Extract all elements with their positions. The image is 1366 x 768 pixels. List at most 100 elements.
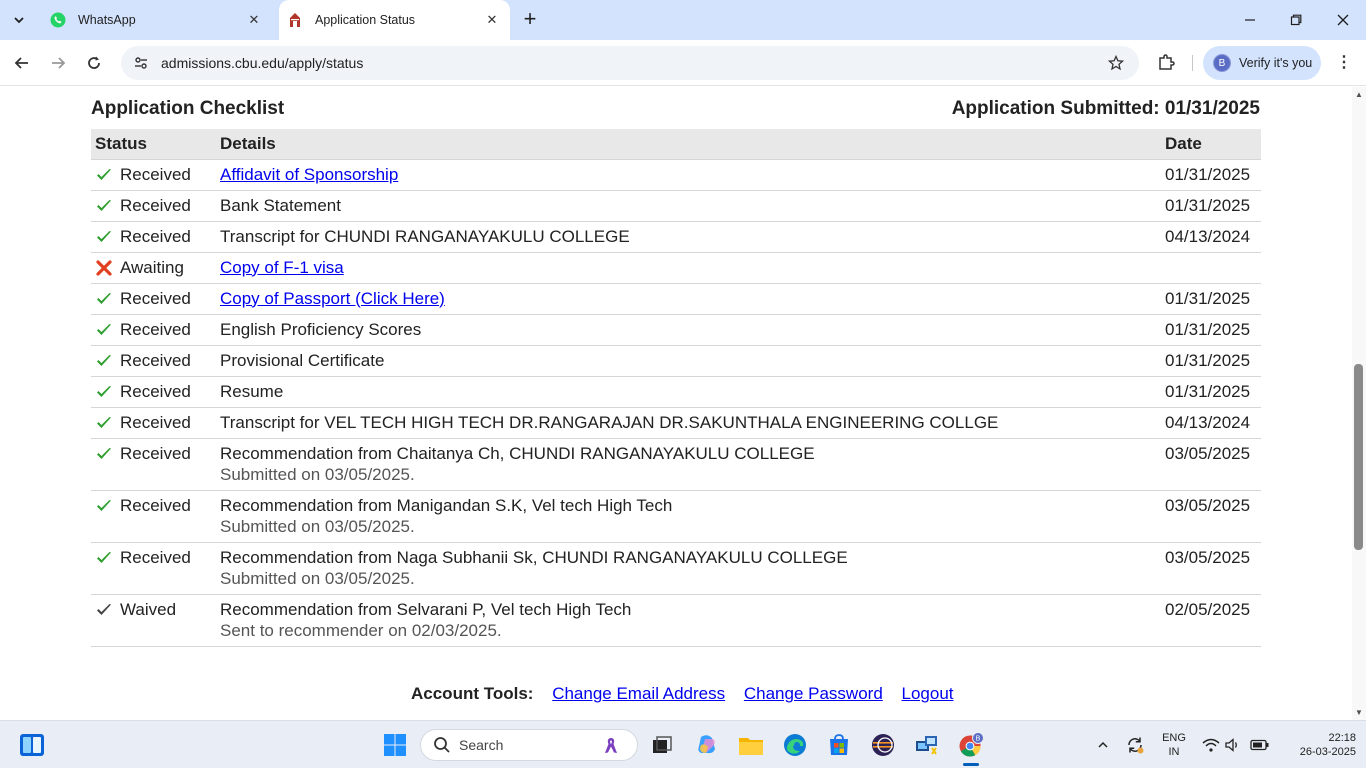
status-text: Waived — [120, 599, 177, 619]
eclipse-ide-icon[interactable] — [867, 729, 899, 761]
cbu-favicon-icon — [287, 12, 303, 28]
clock[interactable]: 22:18 26-03-2025 — [1290, 731, 1356, 759]
details-text: Provisional Certificate — [220, 350, 385, 370]
page-scrollbar[interactable]: ▲ ▼ — [1352, 87, 1366, 720]
forward-button[interactable] — [46, 51, 70, 75]
arrow-left-icon — [14, 57, 28, 69]
table-row: Received Bank Statement 01/31/2025 — [91, 189, 1261, 221]
details-cell: Recommendation from Selvarani P, Vel tec… — [216, 593, 1161, 647]
details-text: Resume — [220, 381, 284, 401]
table-row: Received Recommendation from Chaitanya Ch… — [91, 437, 1261, 490]
scroll-up-arrow-icon[interactable]: ▲ — [1354, 91, 1364, 99]
table-row: Received English Proficiency Scores 01/31/… — [91, 313, 1261, 345]
status-text: Received — [120, 164, 191, 184]
copilot-icon[interactable] — [691, 729, 723, 761]
tab-search-button[interactable] — [6, 7, 32, 33]
browser-menu-icon[interactable]: ⋮ — [1334, 52, 1354, 72]
widgets-icon[interactable] — [16, 729, 48, 761]
network-config-app-icon[interactable] — [911, 729, 943, 761]
restore-button[interactable] — [1284, 8, 1308, 32]
site-info-icon[interactable] — [133, 55, 149, 71]
clock-time: 22:18 — [1328, 732, 1356, 744]
status-cell: Received — [91, 489, 216, 542]
date-cell: 02/05/2025 — [1161, 593, 1261, 647]
verify-profile-button[interactable]: B Verify it's you — [1203, 46, 1321, 80]
status-text: Received — [120, 288, 191, 308]
details-text: Recommendation from Manigandan S.K, Vel … — [220, 495, 673, 515]
details-cell: Affidavit of Sponsorship — [216, 158, 1161, 190]
battery-icon[interactable] — [1248, 729, 1272, 761]
wifi-icon[interactable] — [1200, 729, 1222, 761]
document-link[interactable]: Copy of F-1 visa — [220, 258, 344, 277]
extensions-puzzle-icon[interactable] — [1155, 51, 1177, 73]
address-bar[interactable]: admissions.cbu.edu/apply/status — [121, 46, 1139, 80]
table-row: Received Transcript for CHUNDI RANGANAYAK… — [91, 220, 1261, 252]
whatsapp-icon — [50, 12, 66, 28]
x-icon — [95, 259, 113, 277]
details-text: Transcript for CHUNDI RANGANAYAKULU COLL… — [220, 226, 630, 246]
tab-whatsapp[interactable]: WhatsApp ✕ — [44, 0, 272, 40]
details-note: Submitted on 03/05/2025. — [220, 568, 415, 588]
details-cell: Transcript for CHUNDI RANGANAYAKULU COLL… — [216, 220, 1161, 252]
tab-application-status[interactable]: Application Status ✕ — [279, 0, 510, 40]
microsoft-store-icon[interactable] — [823, 729, 855, 761]
language-indicator[interactable]: ENG IN — [1156, 731, 1192, 759]
logout-link[interactable]: Logout — [902, 684, 954, 703]
date-cell: 03/05/2025 — [1161, 437, 1261, 490]
status-cell: Received — [91, 189, 216, 221]
file-explorer-icon[interactable] — [735, 729, 767, 761]
status-cell: Received — [91, 375, 216, 407]
taskbar-search-input[interactable]: Search — [420, 729, 638, 761]
status-cell: Received — [91, 282, 216, 314]
status-text: Received — [120, 381, 191, 401]
sync-update-icon[interactable] — [1120, 729, 1150, 761]
awareness-ribbon-icon — [605, 738, 617, 753]
date-cell: 04/13/2024 — [1161, 406, 1261, 438]
svg-text:B: B — [976, 736, 981, 743]
minimize-button[interactable] — [1238, 8, 1262, 32]
reload-icon — [88, 56, 100, 69]
task-view-icon[interactable] — [646, 729, 678, 761]
date-cell: 03/05/2025 — [1161, 489, 1261, 542]
check-icon — [95, 321, 113, 339]
status-text: Received — [120, 195, 191, 215]
back-button[interactable] — [10, 51, 34, 75]
new-tab-button[interactable]: + — [519, 8, 541, 31]
reload-button[interactable] — [82, 51, 106, 75]
close-window-button[interactable] — [1331, 8, 1355, 32]
details-cell: Transcript for VEL TECH HIGH TECH DR.RAN… — [216, 406, 1161, 438]
chevron-down-icon — [14, 17, 24, 24]
status-cell: Received — [91, 437, 216, 490]
check-icon — [95, 414, 113, 432]
status-cell: Received — [91, 406, 216, 438]
account-tools: Account Tools: Change Email Address Chan… — [411, 684, 968, 704]
status-text: Received — [120, 495, 191, 515]
date-cell: 01/31/2025 — [1161, 344, 1261, 376]
table-row: Received Provisional Certificate 01/31/202… — [91, 344, 1261, 376]
document-link[interactable]: Copy of Passport (Click Here) — [220, 289, 445, 308]
change-password-link[interactable]: Change Password — [744, 684, 883, 703]
details-text: Recommendation from Selvarani P, Vel tec… — [220, 599, 632, 619]
details-cell: Resume — [216, 375, 1161, 407]
volume-icon[interactable] — [1222, 729, 1244, 761]
scroll-down-arrow-icon[interactable]: ▼ — [1354, 709, 1364, 717]
check-icon — [95, 166, 113, 184]
account-tools-label: Account Tools: — [411, 684, 534, 703]
date-cell: 01/31/2025 — [1161, 282, 1261, 314]
show-hidden-icons-chevron-up-icon[interactable] — [1088, 729, 1118, 761]
document-link[interactable]: Affidavit of Sponsorship — [220, 165, 398, 184]
edge-browser-icon[interactable] — [779, 729, 811, 761]
table-row: Waived Recommendation from Selvarani P, V… — [91, 593, 1261, 647]
avatar: B — [1213, 54, 1231, 72]
chrome-browser-icon[interactable]: B — [955, 729, 987, 761]
start-windows-icon[interactable] — [379, 729, 411, 761]
scroll-thumb[interactable] — [1354, 364, 1363, 550]
date-cell: 01/31/2025 — [1161, 375, 1261, 407]
details-note: Submitted on 03/05/2025. — [220, 464, 415, 484]
close-tab-icon[interactable]: ✕ — [484, 12, 500, 28]
close-tab-icon[interactable]: ✕ — [246, 12, 262, 28]
details-text: Bank Statement — [220, 195, 341, 215]
date-cell: 03/05/2025 — [1161, 541, 1261, 594]
change-email-link[interactable]: Change Email Address — [552, 684, 725, 703]
bookmark-star-icon[interactable] — [1107, 54, 1125, 72]
